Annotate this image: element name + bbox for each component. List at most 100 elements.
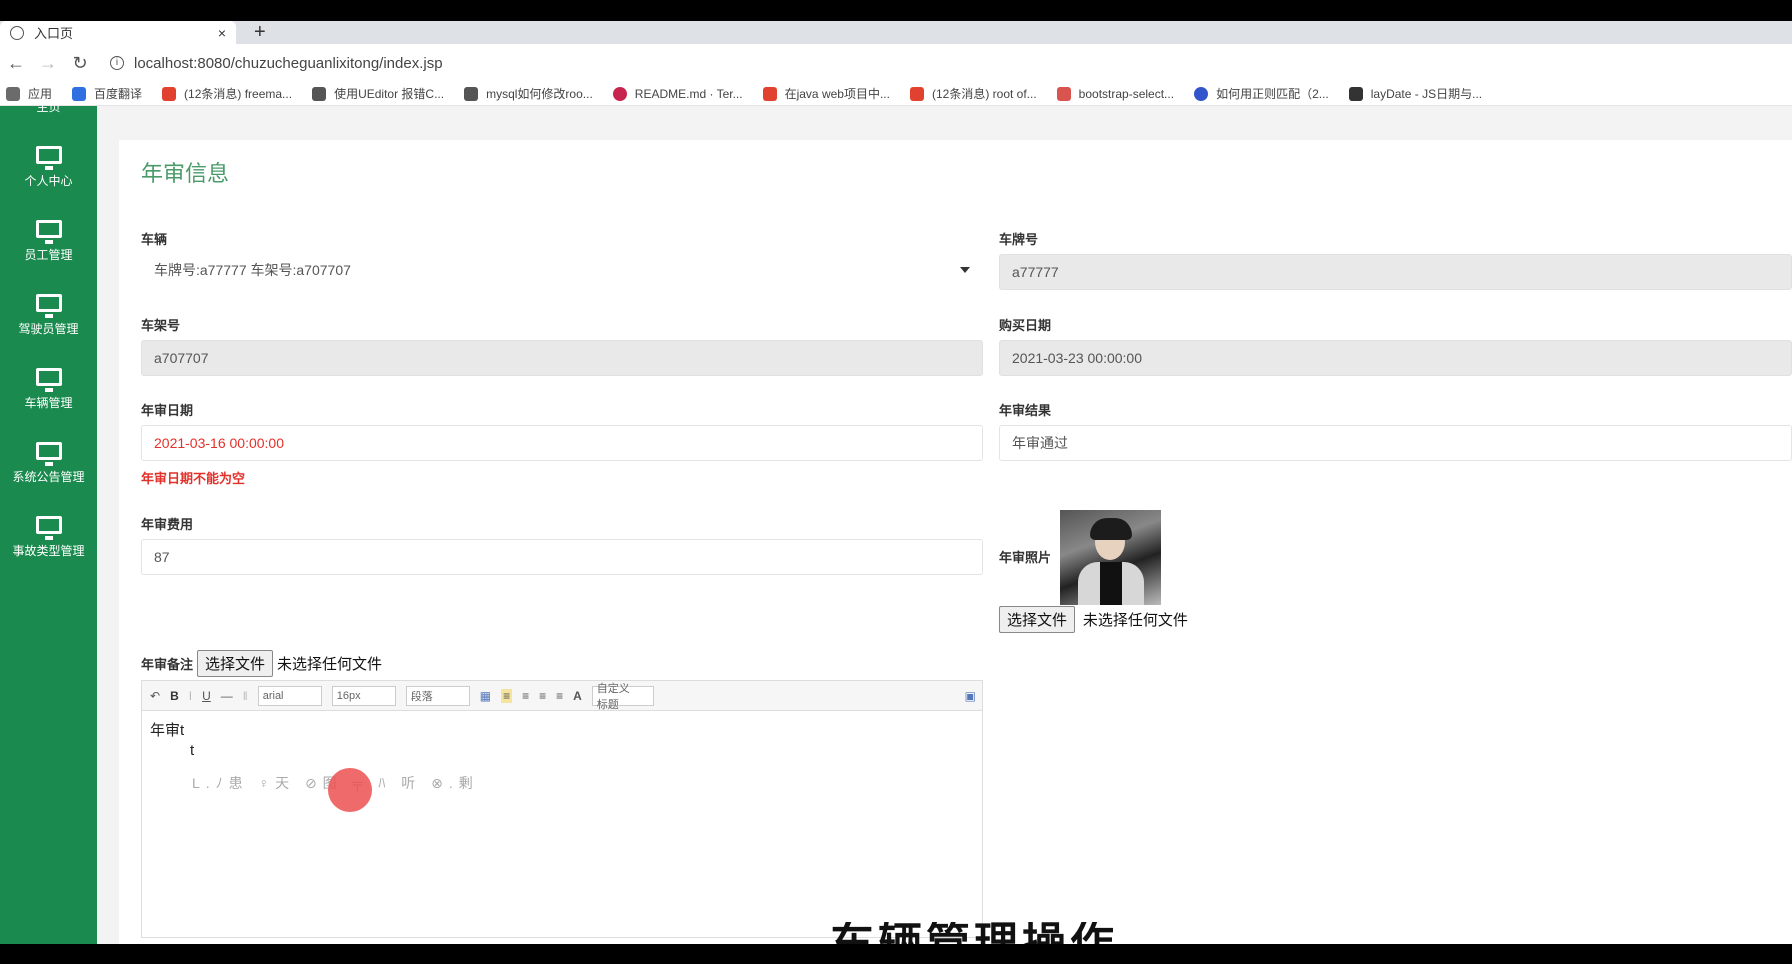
underline-icon[interactable]: U <box>202 689 211 703</box>
vehicle-select[interactable]: 车牌号:a77777 车架号:a707707 <box>141 252 983 288</box>
laydate-icon <box>1348 86 1363 101</box>
vehicle-select-value: 车牌号:a77777 车架号:a707707 <box>154 262 351 278</box>
frame-field-value: a707707 <box>154 350 209 366</box>
site-info-icon[interactable]: i <box>110 56 124 70</box>
custom-title-select[interactable]: 自定义标题 <box>591 683 654 711</box>
reload-icon[interactable]: ↻ <box>64 53 96 74</box>
purchase-date-field[interactable]: 2021-03-23 00:00:00 <box>999 340 1792 376</box>
tab-title: 入口页 <box>34 26 74 41</box>
purchase-date-value: 2021-03-23 00:00:00 <box>1012 350 1142 366</box>
monitor-icon <box>35 368 62 392</box>
video-subtitle: 车辆管理操作 <box>830 922 1118 944</box>
bookmark-bootstrap-select[interactable]: bootstrap-select... <box>1056 86 1174 101</box>
format-painter-icon[interactable]: ‖ <box>243 689 248 703</box>
font-color-icon[interactable]: A <box>573 689 582 703</box>
sidebar-item-label: 系统公告管理 <box>12 470 85 484</box>
bookmark-regex[interactable]: 如何用正则匹配（2... <box>1194 85 1329 102</box>
purchase-date-label: 购买日期 <box>999 318 1052 333</box>
align-left-icon[interactable]: ≡ <box>501 688 513 703</box>
sidebar-item-staff[interactable]: 员工管理 <box>0 220 97 263</box>
review-date-error: 年审日期不能为空 <box>141 471 246 486</box>
align-right-icon[interactable]: ≡ <box>522 689 529 703</box>
window-top-bar <box>0 0 1792 21</box>
sidebar-item-label: 驾驶员管理 <box>18 322 79 336</box>
bold-icon[interactable]: B <box>170 689 179 703</box>
review-fee-label: 年审费用 <box>141 517 194 532</box>
remark-choose-file-button[interactable]: 选择文件 <box>197 650 274 677</box>
rich-text-editor: ↶ B I U — ‖ arial 16px 段落 ▦ ≡ ≡ ≡ ≡ A 自定… <box>141 680 983 938</box>
remark-row: 年审备注 选择文件 未选择任何文件 <box>141 650 382 677</box>
review-fee-field[interactable]: 87 <box>141 539 983 575</box>
vehicle-label: 车辆 <box>141 232 168 247</box>
undo-icon[interactable]: ↶ <box>150 689 160 703</box>
browser-toolbar: ← → ↻ i localhost:8080/chuzucheguanlixit… <box>0 44 1792 82</box>
url-text: localhost:8080/chuzucheguanlixitong/inde… <box>134 54 443 72</box>
review-result-value: 年审通过 <box>1012 435 1068 451</box>
editor-toolbar: ↶ B I U — ‖ arial 16px 段落 ▦ ≡ ≡ ≡ ≡ A 自定… <box>142 681 982 711</box>
forward-arrow-icon[interactable]: → <box>32 53 64 74</box>
remark-no-file-text: 未选择任何文件 <box>277 656 383 673</box>
baidu-paw-icon <box>1194 86 1209 101</box>
sidebar-item-vehicles[interactable]: 车辆管理 <box>0 368 97 411</box>
photo-choose-file-button[interactable]: 选择文件 <box>999 606 1076 633</box>
fullscreen-icon[interactable]: ▣ <box>965 689 976 703</box>
font-size-select[interactable]: 16px <box>331 685 396 706</box>
form-panel: 年审信息 车辆 车牌号:a77777 车架号:a707707 车牌号 a7777… <box>119 140 1792 944</box>
align-justify-icon[interactable]: ≡ <box>556 689 563 703</box>
frame-label: 车架号 <box>141 318 181 333</box>
font-family-select[interactable]: arial <box>257 685 322 706</box>
italic-icon[interactable]: I <box>189 689 192 703</box>
sidebar-item-accident-types[interactable]: 事故类型管理 <box>0 516 97 559</box>
photo-shirt-shape <box>1100 562 1122 605</box>
sidebar-item-home[interactable]: 主页 <box>0 98 97 114</box>
review-result-field[interactable]: 年审通过 <box>999 425 1792 461</box>
bookmark-ueditor[interactable]: 使用UEditor 报错C... <box>312 85 444 102</box>
review-fee-value: 87 <box>154 549 170 565</box>
align-center-icon[interactable]: ≡ <box>539 689 546 703</box>
photo-no-file-text: 未选择任何文件 <box>1082 612 1188 629</box>
plate-field[interactable]: a77777 <box>999 254 1792 290</box>
sidebar-item-label: 员工管理 <box>24 248 73 262</box>
close-tab-icon[interactable]: × <box>218 25 226 41</box>
main-content: 年审信息 车辆 车牌号:a77777 车架号:a707707 车牌号 a7777… <box>97 106 1792 944</box>
editor-content-line: 年审t <box>150 722 185 739</box>
bookmark-mysql[interactable]: mysql如何修改roo... <box>464 85 593 102</box>
review-photo-image <box>1060 510 1161 605</box>
sidebar-item-label: 个人中心 <box>24 174 73 188</box>
sidebar-item-personal-center[interactable]: 个人中心 <box>0 146 97 189</box>
frame-field[interactable]: a707707 <box>141 340 983 376</box>
bookmark-laydate[interactable]: layDate - JS日期与... <box>1348 85 1482 102</box>
font-family-value: arial <box>262 689 284 702</box>
tab-strip: 入口页 × + <box>0 21 1792 44</box>
plate-field-value: a77777 <box>1012 264 1059 280</box>
address-bar[interactable]: i localhost:8080/chuzucheguanlixitong/in… <box>110 55 443 72</box>
sidebar: 主页 个人中心 员工管理 驾驶员管理 车辆管理 系统公告管理 事故类型管理 <box>0 100 97 944</box>
new-tab-button[interactable]: + <box>254 21 266 43</box>
gitee-icon <box>612 86 627 101</box>
back-arrow-icon[interactable]: ← <box>0 53 32 74</box>
editor-body[interactable]: 年审t t L.ﾉ患 ♀天 ⊘图 ╤ ﾊ 听 ⊗.剰 <box>142 711 982 937</box>
bookmark-root-of[interactable]: (12条消息) root of... <box>909 85 1037 102</box>
click-indicator <box>328 768 372 812</box>
review-date-label: 年审日期 <box>141 403 194 418</box>
review-date-field[interactable]: 2021-03-16 00:00:00 <box>141 425 983 461</box>
plate-label: 车牌号 <box>999 232 1039 247</box>
table-icon[interactable]: ▦ <box>480 689 491 703</box>
sidebar-item-drivers[interactable]: 驾驶员管理 <box>0 294 97 337</box>
monitor-icon <box>35 146 62 170</box>
bookmark-readme[interactable]: README.md · Ter... <box>612 86 743 101</box>
bookmark-generic-icon <box>1056 86 1071 101</box>
bookmark-generic-icon <box>464 86 479 101</box>
paragraph-select[interactable]: 段落 <box>405 685 470 706</box>
bookmark-csdn-freemarker[interactable]: (12条消息) freema... <box>162 85 292 102</box>
bookmarks-bar: 应用 百度翻译 (12条消息) freema... 使用UEditor 报错C.… <box>0 82 1792 106</box>
font-size-value: 16px <box>336 689 361 702</box>
review-result-label: 年审结果 <box>999 403 1052 418</box>
bookmark-java-web[interactable]: 在java web项目中... <box>762 85 890 102</box>
sidebar-item-announcements[interactable]: 系统公告管理 <box>0 442 97 485</box>
photo-hair-shape <box>1090 518 1132 540</box>
browser-tab[interactable]: 入口页 × <box>0 21 236 44</box>
chevron-down-icon <box>960 267 970 273</box>
editor-content-line-2: t <box>190 742 195 759</box>
horizontal-rule-icon[interactable]: — <box>221 689 233 703</box>
